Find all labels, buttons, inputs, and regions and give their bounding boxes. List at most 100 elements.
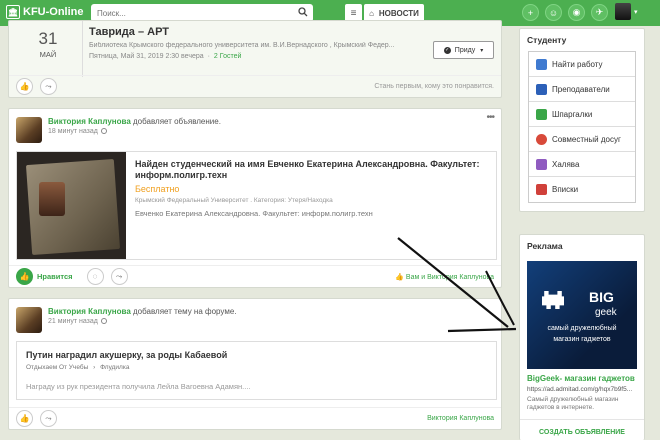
share-icon[interactable]: ⤳	[110, 268, 128, 285]
logo-text: KFU-Online	[23, 6, 84, 18]
listing-image[interactable]	[17, 152, 126, 259]
listing-desc: Евченко Екатерина Александровна. Факульт…	[135, 209, 373, 218]
event-month: МАЙ	[39, 50, 57, 59]
listing-category: Крымский Федеральный Университет . Катег…	[135, 197, 333, 204]
likes-text[interactable]: Вам и Виктория Каплунова	[406, 274, 494, 281]
like-icon[interactable]: 👍	[16, 410, 33, 427]
attend-button[interactable]: ✓ Приду ▾	[433, 41, 494, 59]
ad-name-link[interactable]: BigGeek- магазин гаджетов	[527, 374, 635, 383]
sidebar-item-cheatsheets[interactable]: Шпаргалки	[529, 102, 635, 127]
event-day: 31	[38, 29, 58, 48]
post-header: Виктория Каплунова добавляет тему на фор…	[48, 307, 237, 316]
search-input[interactable]	[91, 8, 286, 18]
forum-topic-box[interactable]: Путин наградил акушерку, за роды Кабаево…	[16, 341, 497, 400]
freebie-icon	[536, 158, 547, 170]
like-icon[interactable]: 👍	[16, 78, 33, 95]
share-icon[interactable]: ⤳	[40, 410, 57, 427]
bird-icon[interactable]: ✈	[591, 4, 608, 21]
event-date: Пятница, Май 31, 2019 2:30 вечера	[89, 53, 204, 60]
ad-desc: Самый дружелюбный магазин гаджетов в инт…	[527, 396, 619, 411]
sidebar-item-job[interactable]: Найти работу	[529, 52, 635, 77]
sidebar-item-freebies[interactable]: Халява	[529, 152, 635, 177]
ad-post-card: Виктория Каплунова добавляет объявление.…	[8, 108, 502, 288]
post-time-line: 18 минут назад	[48, 128, 107, 135]
ad-banner[interactable]: BIG geek самый дружелюбный магазин гадже…	[527, 261, 637, 369]
author-avatar[interactable]	[16, 307, 42, 333]
share-icon[interactable]: ⤳	[40, 78, 57, 95]
forum-post-card: Виктория Каплунова добавляет тему на фор…	[8, 298, 502, 430]
ad-post-actions: 👍 Нравится ◌ ⤳ 👍 Вам и Виктория Каплунов…	[9, 265, 501, 287]
globe-icon	[100, 318, 107, 325]
sidebar-item-label: Совместный досуг	[552, 134, 621, 144]
sidebar-item-label: Шпаргалки	[552, 109, 593, 119]
divider	[520, 419, 644, 420]
job-icon	[536, 58, 547, 70]
author-avatar[interactable]	[16, 117, 42, 143]
ad-url: https://ad.admitad.com/g/hqx7b9f5...	[527, 386, 633, 393]
banner-big: BIG	[589, 289, 614, 305]
like-label[interactable]: Нравится	[37, 272, 73, 281]
comment-icon[interactable]: ◌	[86, 268, 104, 285]
sidebar-item-teachers[interactable]: Преподаватели	[529, 77, 635, 102]
chevron-down-icon: ▾	[480, 47, 484, 54]
listing-price: Бесплатно	[135, 184, 180, 194]
event-date-box: 31 МАЙ	[33, 29, 63, 59]
teacher-icon	[536, 83, 547, 95]
plus-circle-icon[interactable]: +	[522, 4, 539, 21]
thumb-small-icon: 👍	[395, 273, 404, 281]
topic-breadcrumb: Отдыхаем От Учебы › Флудилка	[26, 364, 129, 371]
topic-title[interactable]: Путин наградил акушерку, за роды Кабаево…	[26, 350, 227, 360]
event-actions: 👍 ⤳ Стань первым, кому это понравится.	[9, 75, 501, 97]
sidebar-item-leisure[interactable]: Совместный досуг	[529, 127, 635, 152]
post-time: 18 минут назад	[48, 128, 98, 135]
post-time-line: 21 минут назад	[48, 318, 107, 325]
users-icon[interactable]: ☺	[545, 4, 562, 21]
create-ad-button[interactable]: СОЗДАТЬ ОБЪЯВЛЕНИЕ	[520, 429, 644, 436]
listing-title[interactable]: Найден студенческий на имя Евченко Екате…	[135, 159, 485, 181]
check-icon: ✓	[443, 46, 451, 54]
space-invader-icon	[542, 291, 564, 309]
footer-name[interactable]: Виктория Каплунова	[427, 415, 494, 422]
portrait-thumb	[39, 182, 65, 216]
banner-line2: магазин гаджетов	[553, 336, 611, 343]
post-header: Виктория Каплунова добавляет объявление.	[48, 117, 221, 126]
like-icon[interactable]: 👍	[16, 268, 33, 285]
event-title[interactable]: Таврида – АРТ	[89, 26, 169, 38]
search-icon[interactable]	[298, 7, 308, 17]
likes-summary: 👍 Вам и Виктория Каплунова	[395, 273, 494, 281]
student-sidebar: Студенту Найти работу Преподаватели Шпар…	[519, 28, 645, 212]
author-link[interactable]: Виктория Каплунова	[48, 307, 131, 316]
party-icon	[536, 184, 547, 195]
home-icon: ⌂	[369, 8, 374, 18]
listing-box[interactable]: Найден студенческий на имя Евченко Екате…	[16, 151, 497, 260]
banner-line1: самый дружелюбный	[547, 325, 617, 332]
event-card: 31 МАЙ Таврида – АРТ Библиотека Крымског…	[8, 20, 502, 98]
sidebar-item-label: Преподаватели	[552, 84, 610, 94]
divider	[82, 21, 83, 77]
forum-post-actions: 👍 ⤳ Виктория Каплунова	[9, 407, 501, 429]
sidebar-item-label: Найти работу	[552, 59, 603, 69]
event-date-line: Пятница, Май 31, 2019 2:30 вечера · 2 Го…	[89, 53, 242, 60]
chevron-down-icon[interactable]: ▾	[634, 8, 638, 16]
sidebar-item-parties[interactable]: Вписки	[529, 177, 635, 202]
news-label: НОВОСТИ	[378, 8, 419, 18]
author-link[interactable]: Виктория Каплунова	[48, 117, 131, 126]
event-guests-link[interactable]: 2 Гостей	[214, 53, 241, 60]
chevron-right-icon: ›	[93, 364, 96, 371]
event-org: Библиотека Крымского федерального универ…	[89, 42, 395, 49]
crumb-category[interactable]: Отдыхаем От Учебы	[26, 364, 88, 371]
user-avatar[interactable]	[615, 3, 631, 20]
crumb-forum[interactable]: Флудилка	[100, 364, 129, 371]
banner-geek: geek	[595, 307, 617, 318]
heart-icon	[536, 133, 547, 145]
more-options-icon[interactable]: •••	[486, 112, 494, 123]
sidebar-item-label: Халява	[552, 159, 580, 169]
ad-title: Реклама	[527, 241, 563, 251]
post-action: добавляет тему на форуме.	[130, 307, 237, 316]
eye-icon[interactable]: ◉	[568, 4, 585, 21]
site-logo[interactable]: 🏛 KFU-Online	[6, 5, 84, 19]
cheatsheet-icon	[536, 108, 547, 120]
sidebar-list: Найти работу Преподаватели Шпаргалки Сов…	[528, 51, 636, 203]
first-like-text: Стань первым, кому это понравится.	[374, 83, 494, 90]
sidebar-title: Студенту	[527, 35, 567, 45]
